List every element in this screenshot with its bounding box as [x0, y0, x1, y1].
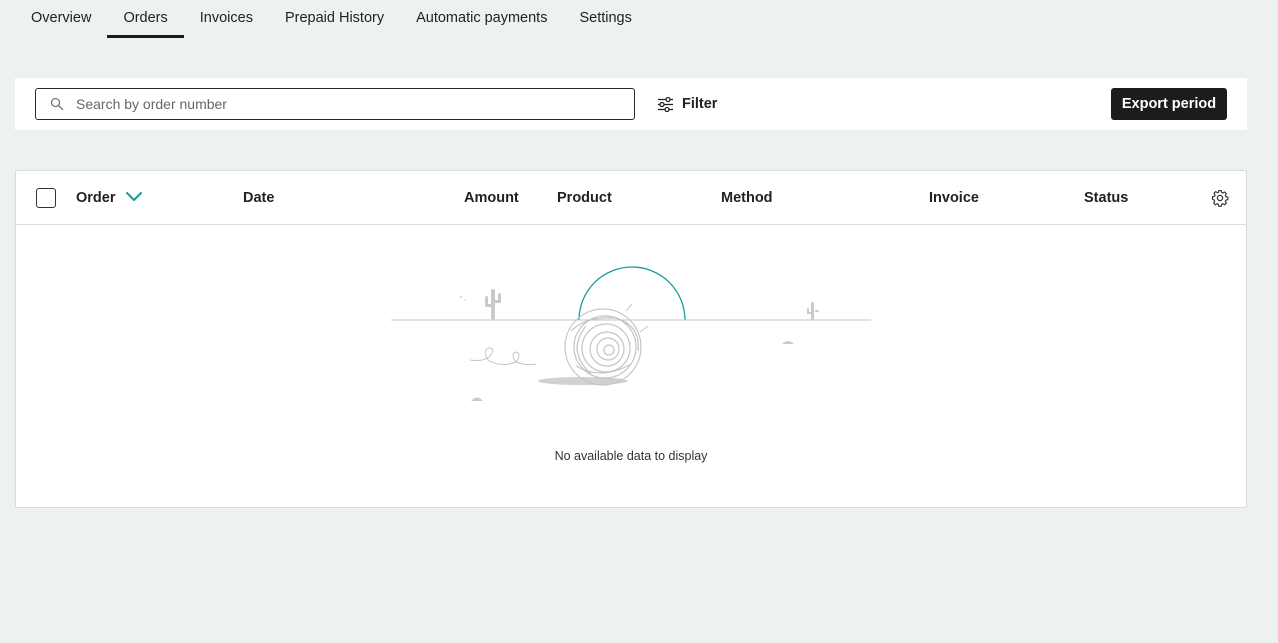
column-product[interactable]: Product	[557, 171, 612, 225]
empty-state-message: No available data to display	[554, 449, 708, 463]
column-amount[interactable]: Amount	[464, 171, 519, 225]
tab-overview[interactable]: Overview	[15, 0, 107, 38]
export-period-button[interactable]: Export period	[1111, 88, 1227, 120]
filter-label: Filter	[682, 96, 718, 112]
column-invoice[interactable]: Invoice	[929, 171, 979, 225]
orders-table: Order Date Amount Product Method Invoice…	[15, 170, 1247, 508]
orders-toolbar: Filter Export period	[15, 78, 1247, 130]
search-icon	[50, 97, 64, 111]
tab-invoices[interactable]: Invoices	[184, 0, 269, 38]
column-order[interactable]: Order	[76, 171, 116, 225]
sliders-icon	[658, 96, 673, 112]
empty-state-illustration	[391, 266, 871, 401]
tab-settings[interactable]: Settings	[563, 0, 647, 38]
gear-icon[interactable]	[1211, 189, 1229, 207]
column-status[interactable]: Status	[1084, 171, 1128, 225]
filter-button[interactable]: Filter	[657, 91, 717, 117]
cactus-icon	[485, 289, 501, 320]
tab-bar: Overview Orders Invoices Prepaid History…	[15, 0, 648, 38]
column-date[interactable]: Date	[243, 171, 274, 225]
select-all-checkbox[interactable]	[36, 188, 56, 208]
chevron-down-icon[interactable]	[125, 191, 143, 203]
search-input[interactable]	[76, 89, 626, 119]
tab-automatic-payments[interactable]: Automatic payments	[400, 0, 563, 38]
tab-orders[interactable]: Orders	[107, 0, 185, 38]
table-header: Order Date Amount Product Method Invoice…	[16, 171, 1246, 225]
search-box	[35, 88, 635, 120]
tab-prepaid-history[interactable]: Prepaid History	[269, 0, 400, 38]
column-method[interactable]: Method	[721, 171, 773, 225]
